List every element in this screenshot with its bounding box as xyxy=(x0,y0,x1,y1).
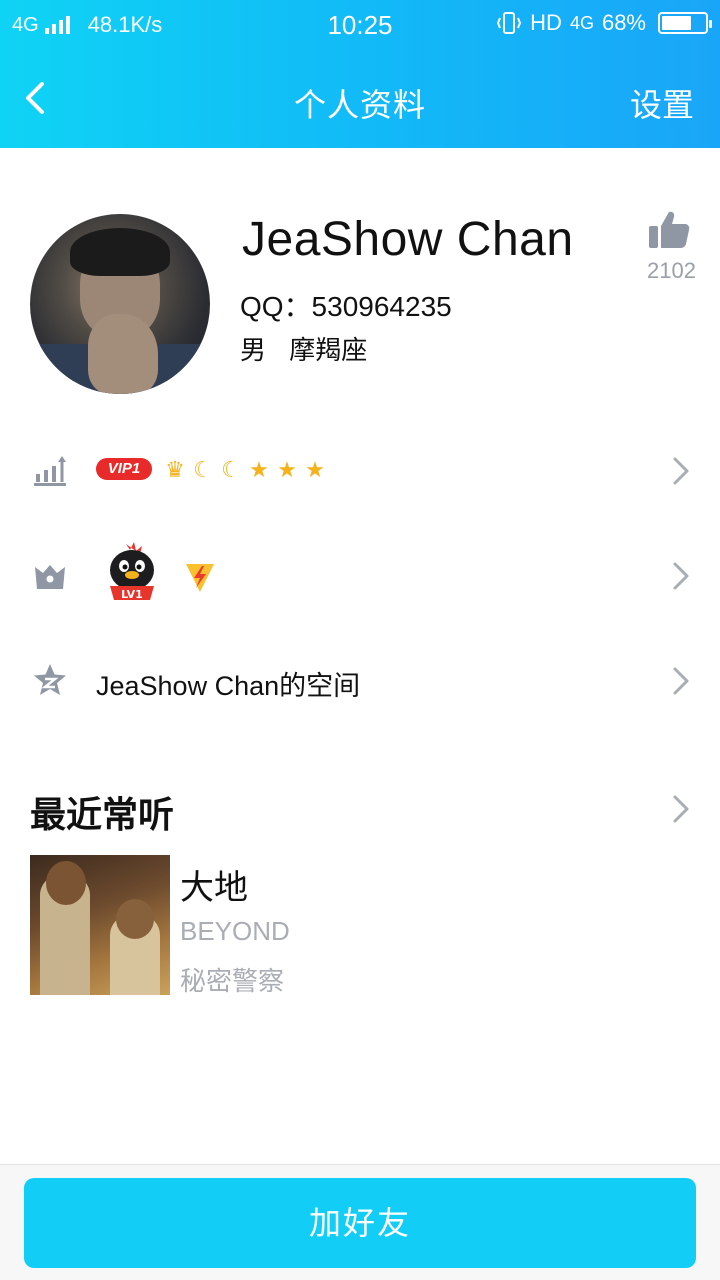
like-button[interactable] xyxy=(642,208,696,252)
profile-meta: 男 摩羯座 xyxy=(240,330,367,367)
star-icon: ★ xyxy=(305,457,325,482)
header-bar: 4G 48.1K/s 10:25 HD 4G 68% 个人资料 设置 xyxy=(0,0,720,148)
song-artist: BEYOND xyxy=(180,916,290,946)
chevron-right-icon[interactable] xyxy=(672,794,690,824)
thumbs-up-icon xyxy=(649,211,690,248)
hd-label: HD xyxy=(530,10,562,35)
svg-text:LV1: LV1 xyxy=(121,588,143,601)
profile-name: JeaShow Chan xyxy=(242,213,574,266)
lightning-badge-icon xyxy=(186,564,214,592)
song-title[interactable]: 大地 xyxy=(180,860,248,909)
battery-percent: 68% xyxy=(601,10,646,35)
zodiac: 摩羯座 xyxy=(289,335,368,365)
moon-icon: ☾ xyxy=(193,457,213,482)
status-bar: 4G 48.1K/s 10:25 HD 4G 68% xyxy=(0,0,720,50)
add-friend-button[interactable]: 加好友 xyxy=(24,1178,696,1268)
settings-button[interactable]: 设置 xyxy=(630,80,694,126)
battery-fill xyxy=(662,16,691,30)
moon-icon: ☾ xyxy=(221,457,241,482)
status-right: HD 4G 68% xyxy=(496,10,712,36)
recent-music-title: 最近常听 xyxy=(30,794,175,835)
star-icon: ★ xyxy=(277,457,297,482)
qzone-label: JeaShow Chan的空间 xyxy=(96,671,361,701)
vip-badge: VIP1 xyxy=(96,458,152,480)
gender: 男 xyxy=(240,335,267,365)
crown-outline-icon xyxy=(35,565,65,589)
like-count: 2102 xyxy=(647,258,696,283)
star-icon: ★ xyxy=(249,457,269,482)
nav-bar: 个人资料 设置 xyxy=(0,50,720,148)
chevron-right-icon xyxy=(673,457,689,485)
level-icons: ♛ ☾ ☾ ★ ★ ★ xyxy=(162,456,328,484)
level-bars-icon xyxy=(34,456,66,486)
qq-number: QQ：530964235 xyxy=(240,291,452,322)
vibrate-icon xyxy=(497,12,522,34)
qzone-star-icon xyxy=(34,664,66,695)
avatar[interactable] xyxy=(30,214,210,394)
page-title: 个人资料 xyxy=(293,87,426,123)
crown-icon: ♛ xyxy=(165,457,185,482)
chevron-right-icon xyxy=(673,562,689,590)
battery-icon xyxy=(658,12,712,34)
song-album: 秘密警察 xyxy=(180,966,285,996)
album-cover[interactable] xyxy=(30,855,170,995)
data-type: 4G xyxy=(569,12,594,33)
chevron-right-icon xyxy=(673,667,689,695)
qq-penguin-lv1-icon: LV1 xyxy=(110,542,154,601)
